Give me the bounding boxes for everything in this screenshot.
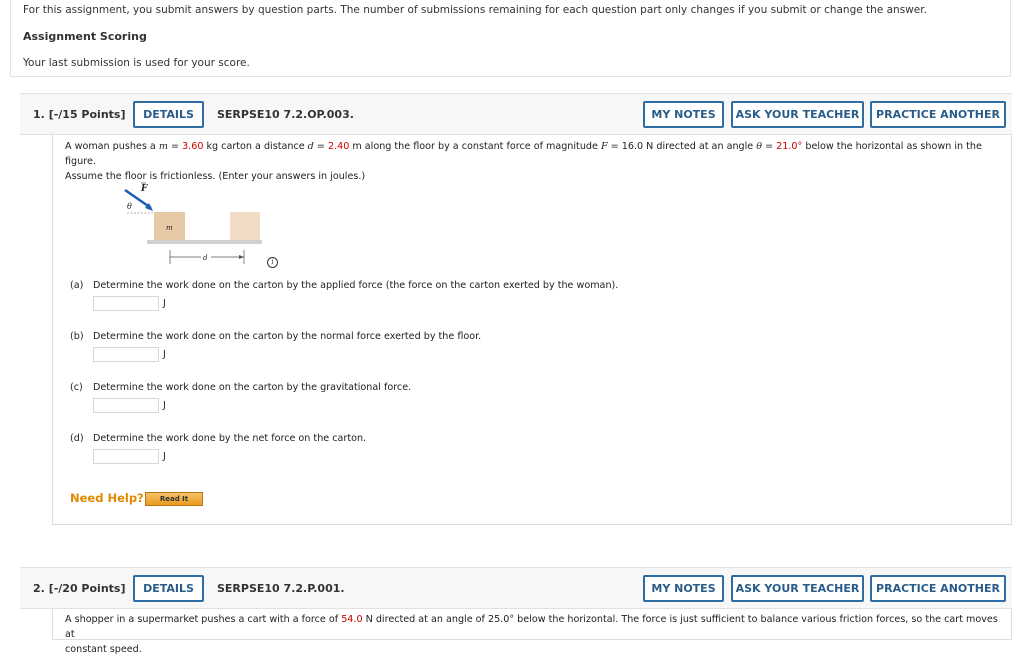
ask-your-teacher-button[interactable]: ASK YOUR TEACHER (731, 101, 864, 128)
question-1-code: SERPSE10 7.2.OP.003. (217, 108, 354, 121)
question-2-points: 2. [-/20 Points] (33, 582, 126, 595)
read-it-button[interactable]: Read It (145, 492, 203, 506)
submission-info-text: For this assignment, you submit answers … (23, 4, 927, 16)
part-d-text: Determine the work done by the net force… (93, 433, 367, 444)
problem-1-text: A woman pushes a m = 3.60 kg carton a di… (65, 141, 982, 182)
mass-label: m (166, 224, 173, 232)
assignment-scoring-heading: Assignment Scoring (23, 30, 147, 43)
last-submission-text: Your last submission is used for your sc… (23, 57, 250, 69)
info-icon[interactable]: i (267, 257, 278, 268)
part-b-text: Determine the work done on the carton by… (93, 331, 482, 342)
part-a-text: Determine the work done on the carton by… (93, 280, 619, 291)
my-notes-button[interactable]: MY NOTES (643, 575, 724, 602)
carton-end (230, 212, 260, 240)
my-notes-button[interactable]: MY NOTES (643, 101, 724, 128)
ask-your-teacher-button[interactable]: ASK YOUR TEACHER (731, 575, 864, 602)
part-a-answer-input[interactable] (93, 296, 159, 311)
part-d-answer-input[interactable] (93, 449, 159, 464)
part-c-label: (c) (70, 382, 83, 393)
question-2-code: SERPSE10 7.2.P.001. (217, 582, 345, 595)
angle-value: 21.0° (776, 141, 803, 152)
details-button[interactable]: DETAILS (133, 575, 204, 602)
floor (147, 240, 262, 244)
details-button[interactable]: DETAILS (133, 101, 204, 128)
question-2-header: 2. [-/20 Points] DETAILS SERPSE10 7.2.P.… (20, 567, 1012, 609)
part-b-label: (b) (70, 331, 84, 342)
question-1-header: 1. [-/15 Points] DETAILS SERPSE10 7.2.OP… (20, 93, 1012, 135)
angle-label: θ (127, 202, 132, 211)
carton-figure: F θ m d (124, 182, 262, 264)
mass-value: 3.60 (182, 141, 204, 152)
force-value: 54.0 (341, 614, 363, 625)
assignment-info-box: For this assignment, you submit answers … (10, 0, 1011, 77)
part-d-label: (d) (70, 433, 84, 444)
part-b-answer-input[interactable] (93, 347, 159, 362)
part-d-unit: J (163, 451, 166, 462)
question-2-body: A shopper in a supermarket pushes a cart… (52, 609, 1012, 655)
part-b-unit: J (163, 349, 166, 360)
need-help-label: Need Help? (70, 491, 144, 505)
distance-label: d (203, 254, 208, 262)
part-c-unit: J (163, 400, 166, 411)
practice-another-button[interactable]: PRACTICE ANOTHER (870, 101, 1006, 128)
part-c-text: Determine the work done on the carton by… (93, 382, 412, 393)
part-a-unit: J (163, 298, 166, 309)
problem-2-text: A shopper in a supermarket pushes a cart… (65, 614, 998, 655)
question-1-body: A woman pushes a m = 3.60 kg carton a di… (52, 135, 1012, 525)
part-c-answer-input[interactable] (93, 398, 159, 413)
practice-another-button[interactable]: PRACTICE ANOTHER (870, 575, 1006, 602)
part-a-label: (a) (70, 280, 84, 291)
distance-value: 2.40 (327, 141, 350, 152)
question-1-points: 1. [-/15 Points] (33, 108, 126, 121)
force-label: F (140, 184, 148, 194)
